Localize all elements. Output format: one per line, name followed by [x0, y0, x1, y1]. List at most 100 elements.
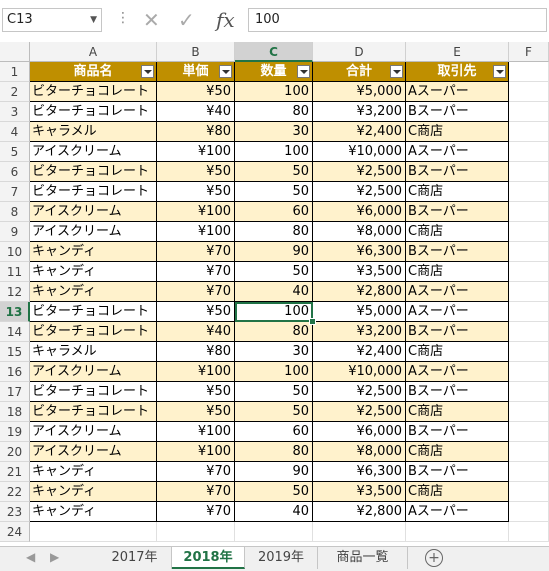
table-cell[interactable]: Bスーパー [406, 162, 509, 182]
row-header-24[interactable]: 24 [0, 522, 30, 542]
empty-cell[interactable] [509, 182, 549, 202]
empty-cell[interactable] [509, 382, 549, 402]
row-header-2[interactable]: 2 [0, 82, 30, 102]
insert-function-icon[interactable]: fx [216, 8, 235, 32]
table-cell[interactable]: ¥100 [157, 442, 235, 462]
table-cell[interactable]: ¥40 [157, 322, 235, 342]
sheet-tab[interactable]: 商品一覧 [318, 547, 408, 569]
row-header-23[interactable]: 23 [0, 502, 30, 522]
table-cell[interactable]: キャラメル [30, 342, 157, 362]
table-cell[interactable]: ¥100 [157, 222, 235, 242]
table-cell[interactable]: ¥6,000 [313, 422, 406, 442]
table-cell[interactable]: アイスクリーム [30, 442, 157, 462]
table-cell[interactable]: ¥2,400 [313, 342, 406, 362]
table-cell[interactable]: Bスーパー [406, 322, 509, 342]
table-cell[interactable]: ¥2,500 [313, 162, 406, 182]
empty-cell[interactable] [406, 522, 509, 542]
filter-dropdown-icon[interactable] [141, 65, 154, 78]
column-header-d[interactable]: D [313, 42, 406, 62]
table-cell[interactable]: 100 [235, 362, 313, 382]
table-cell[interactable]: ビターチョコレート [30, 382, 157, 402]
fill-handle[interactable] [309, 318, 316, 325]
table-cell[interactable]: ¥70 [157, 502, 235, 522]
table-cell[interactable]: ¥10,000 [313, 142, 406, 162]
row-header-3[interactable]: 3 [0, 102, 30, 122]
table-cell[interactable]: ¥50 [157, 302, 235, 322]
table-cell[interactable]: Bスーパー [406, 462, 509, 482]
table-cell[interactable]: ¥6,300 [313, 242, 406, 262]
table-cell[interactable]: ¥70 [157, 482, 235, 502]
table-cell[interactable]: アイスクリーム [30, 142, 157, 162]
table-cell[interactable]: ¥10,000 [313, 362, 406, 382]
table-cell[interactable]: 80 [235, 222, 313, 242]
table-cell[interactable]: ¥40 [157, 102, 235, 122]
empty-cell[interactable] [509, 242, 549, 262]
table-cell[interactable]: Bスーパー [406, 102, 509, 122]
empty-cell[interactable] [509, 282, 549, 302]
row-header-17[interactable]: 17 [0, 382, 30, 402]
filter-dropdown-icon[interactable] [297, 65, 310, 78]
filter-dropdown-icon[interactable] [493, 65, 506, 78]
empty-cell[interactable] [509, 322, 549, 342]
table-cell[interactable]: Bスーパー [406, 242, 509, 262]
table-cell[interactable]: ¥2,800 [313, 282, 406, 302]
row-header-20[interactable]: 20 [0, 442, 30, 462]
table-cell[interactable]: ¥50 [157, 402, 235, 422]
row-header-6[interactable]: 6 [0, 162, 30, 182]
table-cell[interactable]: ¥8,000 [313, 222, 406, 242]
table-cell[interactable]: 100 [235, 142, 313, 162]
row-header-11[interactable]: 11 [0, 262, 30, 282]
row-header-14[interactable]: 14 [0, 322, 30, 342]
table-cell[interactable]: ¥3,200 [313, 322, 406, 342]
table-cell[interactable]: ¥80 [157, 122, 235, 142]
table-cell[interactable]: 50 [235, 162, 313, 182]
more-options-icon[interactable]: ⋮ [116, 10, 130, 26]
table-cell[interactable]: キャンディ [30, 462, 157, 482]
table-cell[interactable]: ¥6,300 [313, 462, 406, 482]
table-cell[interactable]: C商店 [406, 402, 509, 422]
table-cell[interactable]: ¥5,000 [313, 82, 406, 102]
column-header-f[interactable]: F [509, 42, 549, 62]
table-cell[interactable]: ビターチョコレート [30, 82, 157, 102]
table-cell[interactable]: ¥70 [157, 462, 235, 482]
row-header-13[interactable]: 13 [0, 302, 30, 322]
table-cell[interactable]: ¥2,500 [313, 402, 406, 422]
table-cell[interactable]: Aスーパー [406, 282, 509, 302]
row-header-15[interactable]: 15 [0, 342, 30, 362]
table-cell[interactable]: Aスーパー [406, 502, 509, 522]
table-cell[interactable]: 60 [235, 422, 313, 442]
table-cell[interactable]: Aスーパー [406, 362, 509, 382]
table-cell[interactable]: ビターチョコレート [30, 322, 157, 342]
table-cell[interactable]: ¥5,000 [313, 302, 406, 322]
filter-dropdown-icon[interactable] [219, 65, 232, 78]
empty-cell[interactable] [313, 522, 406, 542]
table-cell[interactable]: ¥2,500 [313, 382, 406, 402]
table-cell[interactable]: キャンディ [30, 242, 157, 262]
table-cell[interactable]: ¥3,500 [313, 262, 406, 282]
cell-f1[interactable] [509, 62, 549, 82]
table-cell[interactable]: ¥50 [157, 182, 235, 202]
table-cell[interactable]: ¥100 [157, 422, 235, 442]
table-cell[interactable]: ¥50 [157, 382, 235, 402]
sheet-tab[interactable]: 2018年 [172, 547, 245, 569]
empty-cell[interactable] [509, 82, 549, 102]
table-cell[interactable]: 30 [235, 342, 313, 362]
table-cell[interactable]: キャンディ [30, 262, 157, 282]
table-cell[interactable]: 90 [235, 242, 313, 262]
table-cell[interactable]: ¥70 [157, 262, 235, 282]
table-cell[interactable]: ¥50 [157, 162, 235, 182]
column-header-c[interactable]: C [235, 42, 313, 62]
empty-cell[interactable] [509, 262, 549, 282]
sheet-tab[interactable]: 2017年 [98, 547, 172, 569]
table-header-cell[interactable]: 合計 [313, 62, 406, 82]
empty-cell[interactable] [509, 362, 549, 382]
table-cell[interactable]: ¥70 [157, 282, 235, 302]
table-cell[interactable]: Bスーパー [406, 202, 509, 222]
table-header-cell[interactable]: 数量 [235, 62, 313, 82]
row-header-9[interactable]: 9 [0, 222, 30, 242]
empty-cell[interactable] [509, 462, 549, 482]
scroll-left-icon[interactable]: ◀ [26, 550, 35, 564]
scroll-right-icon[interactable]: ▶ [50, 550, 59, 564]
confirm-icon[interactable]: ✓ [178, 8, 195, 32]
row-header-21[interactable]: 21 [0, 462, 30, 482]
